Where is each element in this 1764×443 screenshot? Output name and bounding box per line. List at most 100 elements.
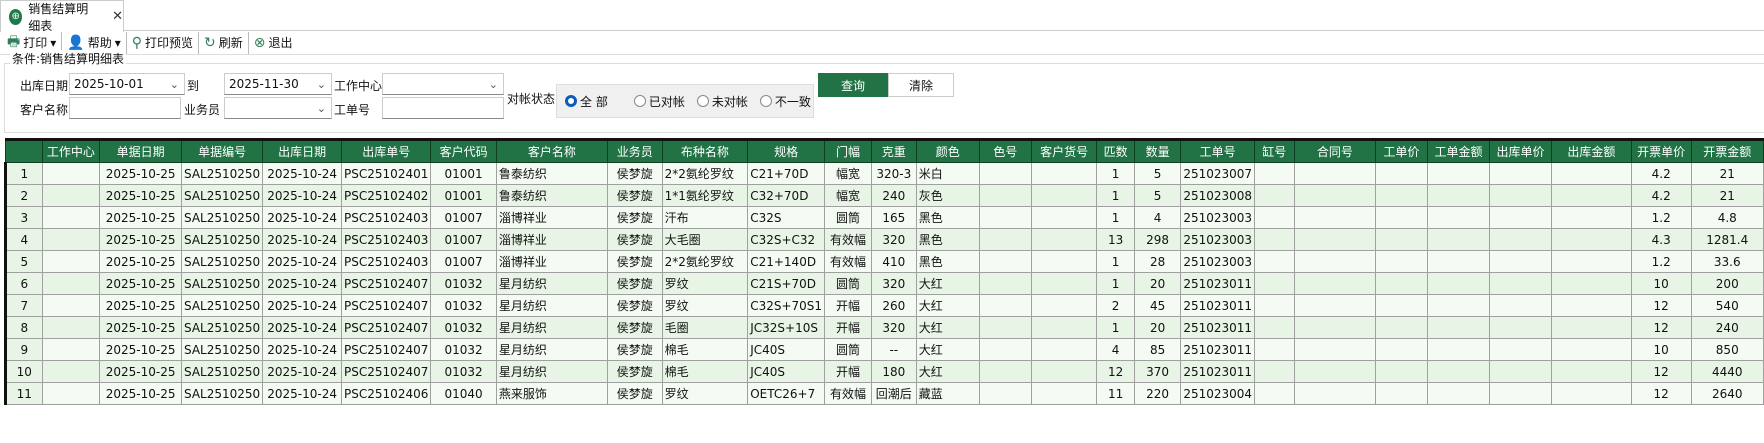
table-cell[interactable]: 罗纹: [661, 294, 749, 317]
table-cell[interactable]: [1030, 184, 1098, 207]
table-cell[interactable]: 251023011: [1180, 294, 1256, 317]
column-header[interactable]: 业务员: [607, 139, 663, 163]
table-cell[interactable]: 4: [1133, 206, 1182, 229]
table-cell[interactable]: [1489, 338, 1552, 361]
radio-reconciled[interactable]: 已对帐: [633, 93, 685, 110]
table-cell[interactable]: 4: [1096, 338, 1135, 361]
table-row[interactable]: 10 2025-10-25 SAL2510250 2025-10-24 PSC25102…: [4, 360, 1764, 383]
table-row[interactable]: 6 2025-10-25 SAL2510250 2025-10-24 PSC251024…: [4, 272, 1764, 295]
row-number[interactable]: 5: [4, 250, 43, 273]
table-cell[interactable]: JC40S: [747, 338, 826, 361]
table-cell[interactable]: [1375, 206, 1428, 229]
row-number[interactable]: 9: [4, 338, 43, 361]
table-cell[interactable]: [1293, 228, 1377, 251]
table-cell[interactable]: OETC26+7: [747, 382, 826, 405]
table-cell[interactable]: 毛圈: [661, 316, 749, 339]
table-cell[interactable]: 220: [1133, 382, 1182, 405]
table-cell[interactable]: 大红: [915, 294, 980, 317]
table-cell[interactable]: [1489, 184, 1552, 207]
table-cell[interactable]: SAL2510250: [180, 360, 264, 383]
table-cell[interactable]: [1489, 382, 1552, 405]
table-cell[interactable]: 侯梦旋: [607, 316, 663, 339]
table-cell[interactable]: [1426, 316, 1491, 339]
table-cell[interactable]: 12: [1630, 382, 1692, 405]
table-cell[interactable]: [1254, 338, 1295, 361]
table-cell[interactable]: 幅宽: [824, 162, 872, 185]
table-cell[interactable]: [1489, 250, 1552, 273]
table-cell[interactable]: [1426, 360, 1491, 383]
table-cell[interactable]: [1550, 338, 1632, 361]
table-cell[interactable]: [978, 382, 1032, 405]
table-cell[interactable]: C21+70D: [747, 162, 826, 185]
column-header[interactable]: 单据日期: [99, 139, 182, 163]
column-header[interactable]: 工单金额: [1426, 139, 1491, 163]
table-cell[interactable]: --: [870, 338, 917, 361]
table-row[interactable]: 3 2025-10-25 SAL2510250 2025-10-24 PSC251024…: [4, 206, 1764, 229]
table-cell[interactable]: 12: [1630, 360, 1692, 383]
table-row[interactable]: 4 2025-10-25 SAL2510250 2025-10-24 PSC251024…: [4, 228, 1764, 251]
table-cell[interactable]: 幅宽: [824, 184, 872, 207]
table-cell[interactable]: C21+140D: [747, 250, 826, 273]
table-cell[interactable]: [1489, 162, 1552, 185]
table-cell[interactable]: 侯梦旋: [607, 162, 663, 185]
table-cell[interactable]: PSC25102407: [341, 360, 432, 383]
table-cell[interactable]: [1293, 272, 1377, 295]
table-cell[interactable]: PSC25102407: [341, 316, 432, 339]
table-cell[interactable]: [1489, 272, 1552, 295]
table-cell[interactable]: 251023003: [1180, 250, 1256, 273]
table-cell[interactable]: [1293, 206, 1377, 229]
table-cell[interactable]: C21S+70D: [747, 272, 826, 295]
table-cell[interactable]: 侯梦旋: [607, 338, 663, 361]
table-cell[interactable]: [1489, 360, 1552, 383]
table-cell[interactable]: 33.6: [1690, 250, 1764, 273]
salesman-select[interactable]: ⌄: [224, 97, 332, 119]
table-cell[interactable]: SAL2510250: [180, 272, 264, 295]
table-cell[interactable]: 2*2氨纶罗纹: [661, 162, 749, 185]
table-cell[interactable]: 侯梦旋: [607, 206, 663, 229]
table-cell[interactable]: [1550, 250, 1632, 273]
table-cell[interactable]: [1254, 228, 1295, 251]
table-cell[interactable]: 2025-10-25: [99, 360, 182, 383]
table-cell[interactable]: 开幅: [824, 294, 872, 317]
table-cell[interactable]: 藏蓝: [915, 382, 980, 405]
table-cell[interactable]: [1030, 228, 1098, 251]
table-cell[interactable]: 1: [1096, 272, 1135, 295]
workcenter-select[interactable]: ⌄: [382, 73, 504, 95]
table-cell[interactable]: 200: [1690, 272, 1764, 295]
column-header[interactable]: 规格: [747, 139, 826, 163]
table-cell[interactable]: [1254, 382, 1295, 405]
table-cell[interactable]: [41, 338, 101, 361]
table-cell[interactable]: 01007: [430, 250, 497, 273]
table-cell[interactable]: PSC25102407: [341, 294, 432, 317]
table-cell[interactable]: 1*1氨纶罗纹: [661, 184, 749, 207]
table-row[interactable]: 8 2025-10-25 SAL2510250 2025-10-24 PSC251024…: [4, 316, 1764, 339]
table-cell[interactable]: [1426, 184, 1491, 207]
table-cell[interactable]: JC32S+10S: [747, 316, 826, 339]
table-cell[interactable]: PSC25102403: [341, 206, 432, 229]
table-cell[interactable]: 汗布: [661, 206, 749, 229]
table-cell[interactable]: 2025-10-24: [262, 316, 343, 339]
table-cell[interactable]: 13: [1096, 228, 1135, 251]
table-cell[interactable]: 251023011: [1180, 316, 1256, 339]
table-cell[interactable]: 1.2: [1630, 250, 1692, 273]
row-number[interactable]: 3: [4, 206, 43, 229]
table-cell[interactable]: 11: [1096, 382, 1135, 405]
table-cell[interactable]: [978, 272, 1032, 295]
table-cell[interactable]: 2025-10-24: [262, 338, 343, 361]
table-cell[interactable]: [1254, 250, 1295, 273]
table-cell[interactable]: 28: [1133, 250, 1182, 273]
customer-input[interactable]: [69, 97, 181, 119]
table-row[interactable]: 7 2025-10-25 SAL2510250 2025-10-24 PSC251024…: [4, 294, 1764, 317]
table-cell[interactable]: 251023007: [1180, 162, 1256, 185]
table-row[interactable]: 5 2025-10-25 SAL2510250 2025-10-24 PSC251024…: [4, 250, 1764, 273]
table-cell[interactable]: 01001: [430, 162, 497, 185]
table-cell[interactable]: [1375, 360, 1428, 383]
row-number[interactable]: 7: [4, 294, 43, 317]
table-cell[interactable]: 鲁泰纺织: [495, 162, 609, 185]
table-cell[interactable]: 45: [1133, 294, 1182, 317]
print-preview-button[interactable]: ⚲ 打印预览: [127, 31, 200, 54]
table-cell[interactable]: [41, 162, 101, 185]
table-cell[interactable]: [1254, 206, 1295, 229]
table-cell[interactable]: 4.8: [1690, 206, 1764, 229]
table-cell[interactable]: [1489, 294, 1552, 317]
